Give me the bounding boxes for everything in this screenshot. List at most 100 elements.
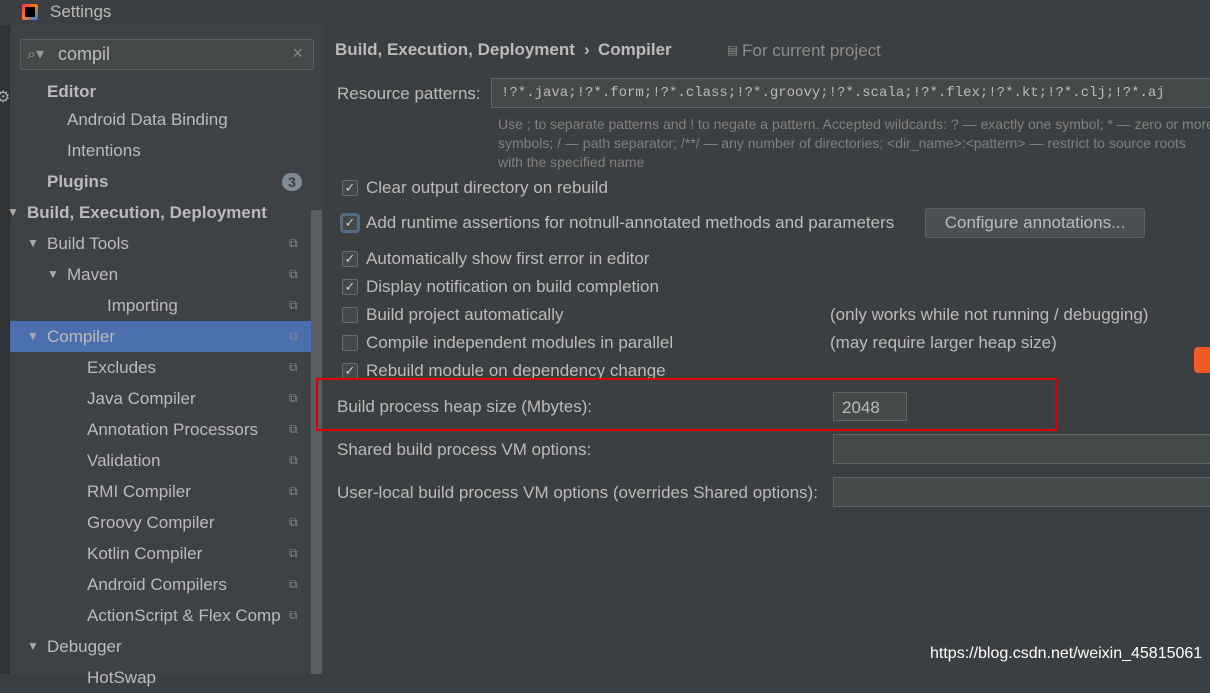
help-text-line-2: symbols; / — path separator; /**/ — any …: [498, 135, 1186, 151]
breadcrumb-parent: Build, Execution, Deployment: [335, 40, 575, 59]
left-edge-strip: ⚙: [0, 25, 10, 674]
sidebar-item-label: Annotation Processors: [87, 420, 259, 439]
search-value[interactable]: compil: [58, 44, 110, 65]
user-local-vm-options-input[interactable]: [833, 477, 1210, 507]
sidebar-item[interactable]: RMI Compiler ⧉: [10, 476, 311, 507]
sidebar-item-label: Java Compiler: [87, 389, 196, 408]
project-level-icon: ⧉: [289, 236, 298, 250]
option-label[interactable]: Display notification on build completion: [366, 277, 659, 297]
sidebar-item[interactable]: Validation ⧉: [10, 445, 311, 476]
configure-annotations-button[interactable]: Configure annotations...: [925, 208, 1145, 238]
project-level-icon: ⧉: [289, 298, 298, 312]
resource-patterns-input[interactable]: !?*.java;!?*.form;!?*.class;!?*.groovy;!…: [491, 78, 1210, 108]
project-level-icon: ⧉: [289, 453, 298, 467]
resource-patterns-label: Resource patterns:: [337, 84, 481, 103]
option-note: (only works while not running / debuggin…: [830, 305, 1149, 324]
sidebar-item-label: Editor: [47, 82, 97, 101]
sidebar-item-label: Build Tools: [47, 234, 129, 253]
option-label[interactable]: Compile independent modules in parallel: [366, 333, 673, 353]
sidebar-item[interactable]: ▼ Maven ⧉: [10, 259, 311, 290]
option-label[interactable]: Add runtime assertions for notnull-annot…: [366, 213, 894, 233]
sidebar-item-label: Maven: [67, 265, 119, 284]
update-count-badge: 3: [282, 173, 302, 191]
sidebar-item[interactable]: Importing ⧉: [10, 290, 311, 321]
sidebar-item-label: HotSwap: [87, 668, 156, 687]
breadcrumb-separator: ›: [584, 40, 590, 59]
shared-vm-options-input[interactable]: [833, 434, 1210, 464]
sidebar-item-label: RMI Compiler: [87, 482, 191, 501]
option-checkbox[interactable]: ✓: [342, 363, 358, 379]
user-local-vm-options-label: User-local build process VM options (ove…: [337, 483, 818, 502]
sidebar-item[interactable]: Kotlin Compiler ⧉: [10, 538, 311, 569]
project-level-icon: ⧉: [289, 422, 298, 436]
watermark-url: https://blog.csdn.net/weixin_45815061: [930, 645, 1203, 662]
sidebar-item[interactable]: Editor: [10, 76, 311, 107]
option-label[interactable]: Automatically show first error in editor: [366, 249, 649, 269]
heap-size-label: Build process heap size (Mbytes):: [337, 397, 593, 416]
sidebar-item[interactable]: ▼ Build, Execution, Deployment: [7, 197, 311, 228]
expand-triangle-icon[interactable]: ▼: [27, 631, 39, 662]
sidebar-item-label: Plugins: [47, 172, 109, 191]
project-level-icon: ⧉: [289, 577, 298, 591]
clear-search-icon[interactable]: ×: [292, 43, 303, 64]
expand-triangle-icon[interactable]: ▼: [47, 259, 59, 290]
sidebar-item[interactable]: Groovy Compiler ⧉: [10, 507, 311, 538]
option-checkbox[interactable]: ✓: [342, 215, 358, 231]
sidebar-item[interactable]: Annotation Processors ⧉: [10, 414, 311, 445]
gear-icon[interactable]: ⚙: [0, 87, 10, 107]
option-checkbox[interactable]: [342, 307, 358, 323]
project-level-icon: ⧉: [289, 546, 298, 560]
expand-triangle-icon[interactable]: ▼: [27, 321, 39, 352]
sidebar-item[interactable]: ▼ Build Tools ⧉: [10, 228, 311, 259]
title-bar: Settings: [0, 0, 1210, 25]
sidebar-item-label: Android Compilers: [87, 575, 227, 594]
heap-size-input[interactable]: 2048: [833, 392, 907, 421]
sidebar-item-label: Intentions: [67, 141, 141, 160]
option-checkbox[interactable]: [342, 335, 358, 351]
option-checkbox[interactable]: ✓: [342, 251, 358, 267]
project-level-icon: ⧉: [289, 360, 298, 374]
sidebar-item-label: Android Data Binding: [67, 110, 228, 129]
project-level-icon: ⧉: [289, 391, 298, 405]
sidebar-item-label: Compiler: [47, 327, 116, 346]
option-label[interactable]: Clear output directory on rebuild: [366, 178, 608, 198]
sidebar-item[interactable]: Intentions: [10, 135, 311, 166]
sidebar-item[interactable]: ▼ Debugger: [10, 631, 311, 662]
sidebar-item-label: Validation: [87, 451, 161, 470]
project-level-icon: ⧉: [289, 484, 298, 498]
sidebar-item[interactable]: Java Compiler ⧉: [10, 383, 311, 414]
sidebar-item[interactable]: Excludes ⧉: [10, 352, 311, 383]
sidebar-item-label: Importing: [107, 296, 178, 315]
sidebar-item-label: Excludes: [87, 358, 156, 377]
option-note: (may require larger heap size): [830, 333, 1057, 352]
sidebar-item-label: Build, Execution, Deployment: [27, 203, 267, 222]
option-checkbox[interactable]: ✓: [342, 180, 358, 196]
project-level-icon: ⧉: [289, 329, 298, 343]
sidebar-item[interactable]: Plugins 3: [10, 166, 311, 197]
sidebar-item[interactable]: Android Compilers ⧉: [10, 569, 311, 600]
search-icon[interactable]: ⌕▾: [27, 44, 44, 64]
resource-patterns-value[interactable]: !?*.java;!?*.form;!?*.class;!?*.groovy;!…: [501, 85, 1165, 101]
scope-label: For current project: [742, 41, 881, 60]
heap-size-value[interactable]: 2048: [842, 398, 880, 418]
sidebar-item[interactable]: HotSwap: [10, 662, 311, 693]
option-checkbox[interactable]: ✓: [342, 279, 358, 295]
sidebar-scrollbar[interactable]: [311, 210, 322, 674]
breadcrumb-current: Compiler: [598, 40, 672, 59]
option-label[interactable]: Build project automatically: [366, 305, 563, 325]
settings-search-input[interactable]: ⌕▾ compil ×: [20, 39, 314, 70]
expand-triangle-icon[interactable]: ▼: [7, 197, 19, 228]
shared-vm-options-label: Shared build process VM options:: [337, 440, 592, 459]
sidebar-item[interactable]: ActionScript & Flex Comp ⧉: [10, 600, 311, 631]
project-level-icon: ⧉: [289, 267, 298, 281]
sidebar-item[interactable]: ▼ Compiler ⧉: [10, 321, 322, 352]
sidebar-item-label: ActionScript & Flex Comp: [87, 606, 281, 625]
sidebar-item-label: Kotlin Compiler: [87, 544, 203, 563]
sidebar-item[interactable]: Android Data Binding: [10, 104, 311, 135]
intellij-logo-icon: [22, 4, 38, 20]
project-scope-icon: ▤: [727, 43, 739, 57]
window-title: Settings: [50, 2, 112, 21]
expand-triangle-icon[interactable]: ▼: [27, 228, 39, 259]
help-text-line-3: with the specified name: [498, 154, 645, 170]
help-text-line-1: Use ; to separate patterns and ! to nega…: [498, 116, 1210, 132]
